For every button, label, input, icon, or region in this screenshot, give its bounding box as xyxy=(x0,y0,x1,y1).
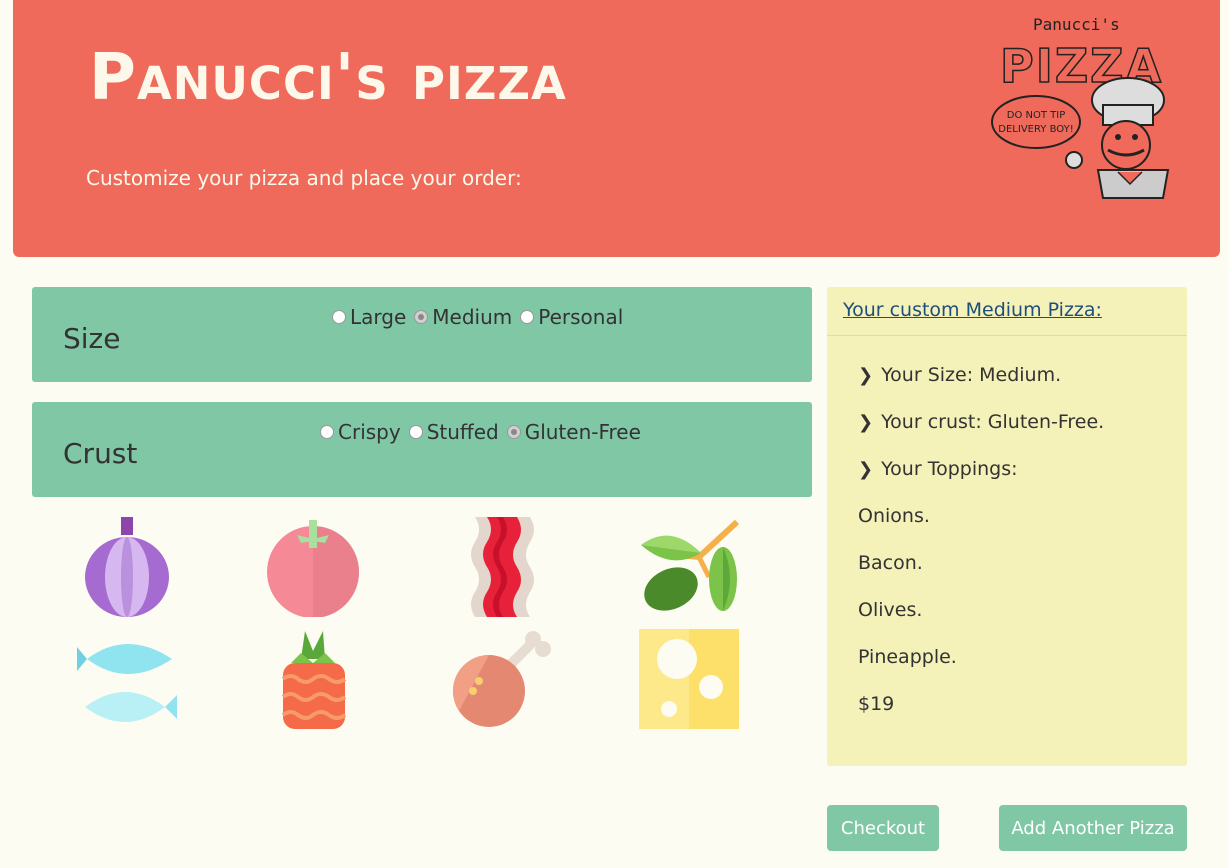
crust-crispy-radio[interactable] xyxy=(320,425,334,439)
crust-option-crispy[interactable]: Crispy xyxy=(320,420,401,444)
summary-topping-item: Bacon. xyxy=(858,552,923,574)
summary-size-text: Your Size: Medium. xyxy=(881,364,1062,386)
chevron-right-icon: ❯ xyxy=(858,458,874,480)
crust-gluten-free-radio[interactable] xyxy=(506,425,521,439)
crust-option-stuffed[interactable]: Stuffed xyxy=(408,420,499,444)
order-summary: Your custom Medium Pizza: ❯ Your Size: M… xyxy=(827,287,1187,766)
chicken-leg-icon[interactable] xyxy=(451,629,551,729)
size-option-large[interactable]: Large xyxy=(332,305,406,329)
summary-price: $19 xyxy=(858,693,895,715)
chevron-right-icon: ❯ xyxy=(858,364,874,386)
page-subtitle: Customize your pizza and place your orde… xyxy=(86,166,522,190)
crust-option-label: Gluten-Free xyxy=(524,420,641,444)
bacon-icon[interactable] xyxy=(455,517,555,617)
size-medium-radio[interactable] xyxy=(414,310,429,324)
chevron-right-icon: ❯ xyxy=(858,411,874,433)
size-options: Large Medium Personal xyxy=(332,305,623,329)
olives-icon[interactable] xyxy=(639,517,739,617)
summary-toppings-label: Your Toppings: xyxy=(881,458,1018,480)
checkout-button[interactable]: Checkout xyxy=(827,805,939,851)
cheese-icon[interactable] xyxy=(639,629,739,729)
onion-icon[interactable] xyxy=(77,517,177,617)
size-option-label: Personal xyxy=(538,305,624,329)
svg-text:Panucci's: Panucci's xyxy=(1033,15,1120,34)
crust-label: Crust xyxy=(63,437,138,470)
add-another-pizza-button[interactable]: Add Another Pizza xyxy=(999,805,1187,851)
size-label: Size xyxy=(63,322,121,355)
summary-crust-text: Your crust: Gluten-Free. xyxy=(881,411,1105,433)
crust-option-label: Crispy xyxy=(338,420,401,444)
size-option-medium[interactable]: Medium xyxy=(414,305,512,329)
tomato-icon[interactable] xyxy=(263,517,363,617)
page-title: Panucci's pizza xyxy=(89,41,567,115)
size-option-label: Large xyxy=(350,305,407,329)
size-large-radio[interactable] xyxy=(332,310,346,324)
panuccis-pizza-logo: Panucci's PIZZA DO NOT TIP DELIVERY BOY! xyxy=(991,15,1170,199)
summary-heading-link[interactable]: Your custom Medium Pizza: xyxy=(843,299,1102,321)
crust-stuffed-radio[interactable] xyxy=(408,425,423,439)
size-panel: Size Large Medium Personal xyxy=(32,287,812,382)
crust-option-label: Stuffed xyxy=(426,420,499,444)
header-banner: Panucci's pizza Customize your pizza and… xyxy=(13,0,1220,257)
summary-size-line: ❯ Your Size: Medium. xyxy=(858,364,1061,386)
size-option-label: Medium xyxy=(432,305,513,329)
summary-crust-line: ❯ Your crust: Gluten-Free. xyxy=(858,411,1104,433)
svg-text:DO NOT TIP: DO NOT TIP xyxy=(1007,110,1065,121)
crust-options: Crispy Stuffed Gluten-Free xyxy=(320,420,641,444)
summary-topping-item: Onions. xyxy=(858,505,930,527)
summary-toppings-line: ❯ Your Toppings: xyxy=(858,458,1018,480)
pineapple-icon[interactable] xyxy=(263,629,363,729)
divider xyxy=(827,335,1187,336)
summary-topping-item: Pineapple. xyxy=(858,646,957,668)
crust-option-gluten-free[interactable]: Gluten-Free xyxy=(506,420,641,444)
summary-topping-item: Olives. xyxy=(858,599,923,621)
crust-panel: Crust Crispy Stuffed Gluten-Free xyxy=(32,402,812,497)
size-personal-radio[interactable] xyxy=(520,310,535,324)
svg-text:DELIVERY BOY!: DELIVERY BOY! xyxy=(998,124,1073,135)
size-option-personal[interactable]: Personal xyxy=(520,305,623,329)
fish-icon[interactable] xyxy=(77,629,177,729)
